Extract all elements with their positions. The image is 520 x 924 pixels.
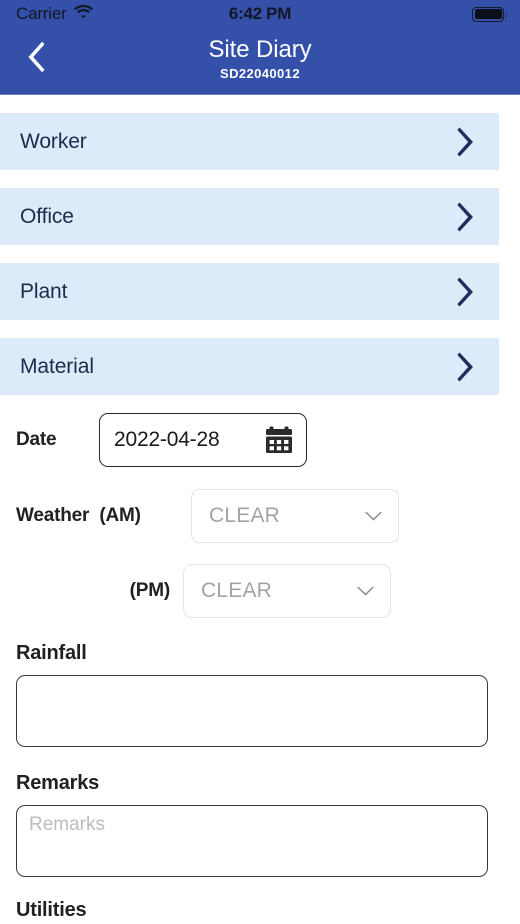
status-bar: Carrier 6:42 PM [0, 0, 520, 28]
page-title: Site Diary [208, 36, 312, 63]
weather-text: Weather [16, 505, 90, 526]
card-material[interactable]: Material [0, 338, 499, 395]
carrier-label: Carrier [16, 4, 67, 23]
chevron-down-icon [365, 511, 382, 522]
back-button[interactable] [14, 38, 58, 80]
chevron-right-icon [457, 352, 477, 382]
date-value: 2022-04-28 [114, 428, 220, 451]
wifi-icon [73, 4, 93, 24]
card-office[interactable]: Office [0, 188, 499, 245]
card-plant[interactable]: Plant [0, 263, 499, 320]
remarks-section: Remarks [16, 772, 504, 877]
date-label: Date [16, 429, 57, 450]
chevron-left-icon [26, 41, 47, 78]
rainfall-input[interactable] [16, 675, 488, 747]
weather-am-label: Weather (AM) [16, 505, 174, 527]
chevron-down-icon [357, 586, 374, 597]
chevron-right-icon [457, 127, 477, 157]
battery-icon [472, 6, 507, 22]
nav-title-group: Site Diary SD22040012 [0, 28, 520, 82]
utilities-section: Utilities [16, 899, 504, 922]
section-nav-cards: Worker Office Plant Material [0, 95, 520, 395]
card-label: Material [20, 354, 94, 378]
card-label: Worker [20, 129, 87, 153]
calendar-icon[interactable] [265, 426, 293, 454]
date-field-row: Date 2022-04-28 [16, 413, 504, 467]
battery-fill [474, 9, 502, 19]
weather-am-row: Weather (AM) CLEAR [16, 489, 504, 543]
weather-pm-value: CLEAR [201, 579, 273, 602]
battery-nub [504, 11, 507, 18]
chevron-right-icon [457, 202, 477, 232]
weather-am-select[interactable]: CLEAR [191, 489, 399, 543]
status-bar-right [472, 6, 507, 22]
utilities-label: Utilities [16, 899, 87, 921]
remarks-input[interactable] [16, 805, 488, 877]
weather-am-value: CLEAR [209, 504, 281, 527]
weather-pm-label: (PM) [129, 580, 171, 601]
page-subtitle: SD22040012 [220, 66, 300, 81]
rainfall-label: Rainfall [16, 642, 87, 664]
weather-am-suffix: (AM) [99, 505, 141, 526]
card-worker[interactable]: Worker [0, 113, 499, 170]
card-label: Plant [20, 279, 68, 303]
weather-pm-row: (PM) CLEAR [16, 564, 504, 618]
remarks-label: Remarks [16, 772, 100, 794]
site-diary-form: Date 2022-04-28 Weather (AM) CLEAR (PM) … [0, 413, 520, 922]
rainfall-section: Rainfall [16, 642, 504, 747]
status-bar-left: Carrier [16, 4, 93, 24]
weather-pm-select[interactable]: CLEAR [183, 564, 391, 618]
chevron-right-icon [457, 277, 477, 307]
card-label: Office [20, 204, 74, 228]
navigation-bar: Site Diary SD22040012 [0, 28, 520, 95]
date-input[interactable]: 2022-04-28 [99, 413, 307, 467]
